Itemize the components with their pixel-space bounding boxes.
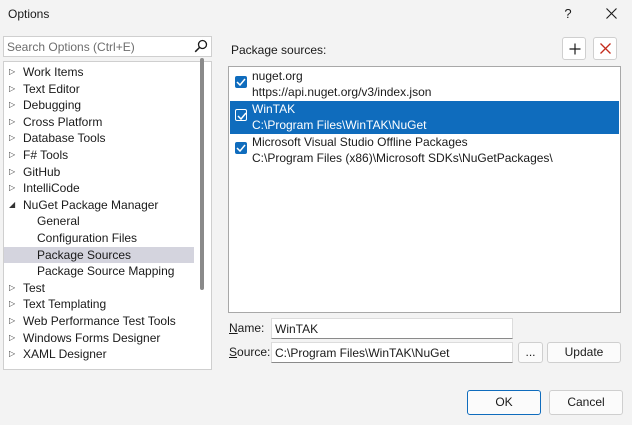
source-label-accelerator: S [229,345,238,359]
tree-item-label: Cross Platform [23,114,103,129]
source-label: Source: [229,345,270,359]
source-checkbox[interactable] [235,142,247,154]
source-checkbox[interactable] [235,109,247,121]
add-source-button[interactable] [562,37,586,60]
checkmark-icon [236,78,246,86]
checkmark-icon [237,112,247,120]
package-sources-heading: Package sources: [231,43,327,57]
chevron-down-icon[interactable]: ◢ [9,197,15,214]
tree-item-label: Configuration Files [37,231,138,245]
chevron-right-icon[interactable]: ▷ [9,114,15,131]
tree-item-package-sources[interactable]: Package Sources [4,246,194,264]
tree-item-label: F# Tools [23,148,69,162]
source-row-nuget-org[interactable]: nuget.org https://api.nuget.org/v3/index… [230,68,619,101]
source-row-wintak[interactable]: WinTAK C:\Program Files\WinTAK\NuGet [230,101,619,134]
tree-item-label: Package Sources [37,247,132,262]
source-path: C:\Program Files (x86)\Microsoft SDKs\Nu… [252,151,553,165]
tree-item-label: Work Items [23,65,84,79]
tree-item-label: XAML Designer [23,347,107,362]
tree-item-cross-platform[interactable]: ▷ Cross Platform [4,114,194,131]
chevron-right-icon[interactable]: ▷ [9,296,15,313]
tree-item-configuration-files[interactable]: Configuration Files [4,230,194,247]
close-button[interactable] [598,4,626,24]
search-icon[interactable] [194,39,208,53]
help-button[interactable]: ? [556,4,580,24]
tree-item-nuget-package-manager[interactable]: ◢ NuGet Package Manager [4,197,194,214]
chevron-right-icon[interactable]: ▷ [9,280,15,297]
source-path: https://api.nuget.org/v3/index.json [252,85,432,99]
plus-icon [569,43,581,55]
tree-item-intellicode[interactable]: ▷ IntelliCode [4,180,194,197]
tree-item-label: Package Source Mapping [37,264,175,279]
tree-item-label: Debugging [23,98,82,113]
name-field [271,318,513,339]
chevron-right-icon[interactable]: ▷ [9,81,15,98]
window-title: Options [8,7,50,21]
remove-icon [600,43,611,54]
remove-source-button[interactable] [593,37,617,60]
tree-item-label: IntelliCode [23,181,80,196]
cancel-button[interactable]: Cancel [549,390,623,415]
chevron-right-icon[interactable]: ▷ [9,64,15,81]
tree-item-f-tools[interactable]: ▷ F# Tools [4,147,194,164]
tree-item-xaml-designer[interactable]: ▷ XAML Designer [4,346,194,363]
browse-button[interactable]: ... [518,342,543,363]
source-name: Microsoft Visual Studio Offline Packages [252,135,468,149]
chevron-right-icon[interactable]: ▷ [9,313,15,330]
chevron-right-icon[interactable]: ▷ [9,346,15,363]
name-label: Name: [229,321,264,335]
source-label-text: ource: [237,345,271,359]
name-label-accelerator: N [229,321,238,335]
close-icon [606,8,617,19]
source-field [271,342,513,363]
chevron-right-icon[interactable]: ▷ [9,97,15,114]
chevron-right-icon[interactable]: ▷ [9,180,15,197]
search-box [3,36,212,57]
source-input[interactable] [275,345,505,360]
tree-item-github[interactable]: ▷ GitHub [4,164,194,181]
source-name: nuget.org [252,69,303,83]
tree-item-label: NuGet Package Manager [23,197,159,212]
chevron-right-icon[interactable]: ▷ [9,164,15,181]
tree-item-label: Web Performance Test Tools [23,314,176,328]
name-input[interactable] [275,321,505,336]
tree-item-test[interactable]: ▷ Test [4,280,194,297]
source-name: WinTAK [252,102,296,116]
tree-item-text-editor[interactable]: ▷ Text Editor [4,81,194,98]
tree-item-debugging[interactable]: ▷ Debugging [4,97,194,114]
tree-item-label: Text Templating [23,297,107,312]
ok-button[interactable]: OK [467,390,541,415]
tree-item-label: Windows Forms Designer [23,330,161,345]
chevron-right-icon[interactable]: ▷ [9,130,15,147]
source-checkbox[interactable] [235,76,247,88]
tree-item-work-items[interactable]: ▷ Work Items [4,64,194,81]
title-bar: Options ? [0,0,632,30]
checkmark-icon [236,144,246,152]
tree-item-database-tools[interactable]: ▷ Database Tools [4,130,194,147]
options-tree: ▷ Work Items ▷ Text Editor ▷ Debugging ▷ Cross … [3,61,212,370]
chevron-right-icon[interactable]: ▷ [9,147,15,164]
tree-item-package-source-mapping[interactable]: Package Source Mapping [4,263,194,280]
tree-item-label: Text Editor [23,81,80,96]
source-row-offline-packages[interactable]: Microsoft Visual Studio Offline Packages… [230,134,619,167]
search-input[interactable] [7,39,187,54]
update-button[interactable]: Update [547,342,621,363]
tree-item-general[interactable]: General [4,213,194,230]
name-label-text: ame: [237,321,265,335]
tree-item-label: General [37,214,80,229]
tree-item-label: Database Tools [23,131,106,146]
chevron-right-icon[interactable]: ▷ [9,330,15,347]
source-path: C:\Program Files\WinTAK\NuGet [252,118,427,132]
tree-item-label: GitHub [23,164,61,179]
tree-item-windows-forms-designer[interactable]: ▷ Windows Forms Designer [4,330,194,347]
tree-item-text-templating[interactable]: ▷ Text Templating [4,296,194,313]
tree-item-label: Test [23,280,46,295]
package-source-list: nuget.org https://api.nuget.org/v3/index… [228,66,621,313]
tree-item-web-performance-test-tools[interactable]: ▷ Web Performance Test Tools [4,313,194,330]
tree-scrollbar[interactable] [200,58,204,290]
